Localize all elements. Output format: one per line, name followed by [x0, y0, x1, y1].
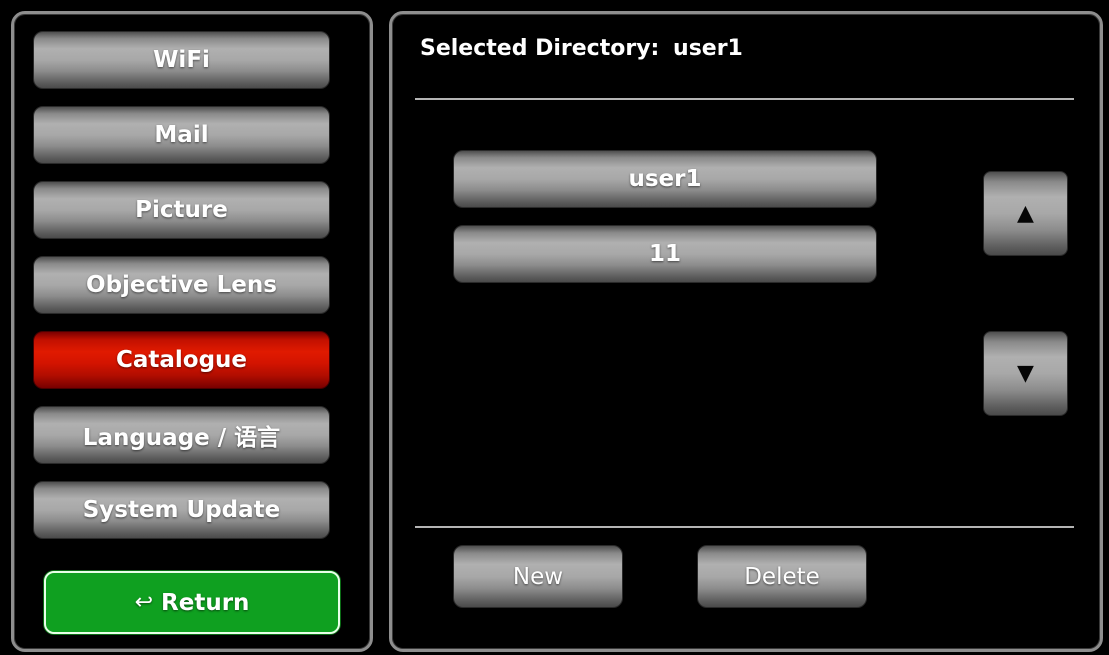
- triangle-down-icon: ▼: [1017, 361, 1034, 386]
- menu-item-picture[interactable]: Picture: [33, 181, 330, 239]
- triangle-up-icon: ▲: [1017, 201, 1034, 226]
- new-button-label: New: [512, 563, 564, 590]
- new-button[interactable]: New: [453, 545, 623, 608]
- menu-item-language[interactable]: Language / 语言: [33, 406, 330, 464]
- delete-button[interactable]: Delete: [697, 545, 867, 608]
- menu-item-label: Language / 语言: [82, 425, 281, 451]
- scroll-down-button[interactable]: ▼: [983, 331, 1068, 416]
- scroll-up-button[interactable]: ▲: [983, 171, 1068, 256]
- menu-item-label: System Update: [82, 497, 281, 523]
- menu-item-objective-lens[interactable]: Objective Lens: [33, 256, 330, 314]
- directory-list-item[interactable]: 11: [453, 225, 877, 283]
- menu-item-label: WiFi: [153, 47, 210, 73]
- selected-directory-label: Selected Directory: user1: [420, 36, 743, 61]
- menu-item-catalogue[interactable]: Catalogue: [33, 331, 330, 389]
- return-arrow-icon: ↩: [134, 590, 154, 615]
- bottom-divider: [415, 526, 1074, 528]
- directory-list-item[interactable]: user1: [453, 150, 877, 208]
- menu-item-mail[interactable]: Mail: [33, 106, 330, 164]
- directory-name: 11: [648, 241, 681, 267]
- menu-item-label: Picture: [135, 197, 228, 223]
- menu-item-label: Objective Lens: [86, 272, 277, 298]
- menu-item-label: Mail: [154, 122, 209, 148]
- menu-item-system-update[interactable]: System Update: [33, 481, 330, 539]
- menu-item-wifi[interactable]: WiFi: [33, 31, 330, 89]
- menu-item-label: Catalogue: [115, 347, 248, 373]
- directory-name: user1: [628, 166, 702, 192]
- return-button[interactable]: ↩ Return: [44, 571, 340, 634]
- return-label: Return: [161, 589, 250, 616]
- selected-directory-value: user1: [673, 36, 743, 61]
- delete-button-label: Delete: [744, 563, 820, 590]
- selected-directory-prefix: Selected Directory:: [420, 36, 660, 61]
- settings-screen: WiFi Mail Picture Objective Lens Catalog…: [0, 0, 1109, 655]
- top-divider: [415, 98, 1074, 100]
